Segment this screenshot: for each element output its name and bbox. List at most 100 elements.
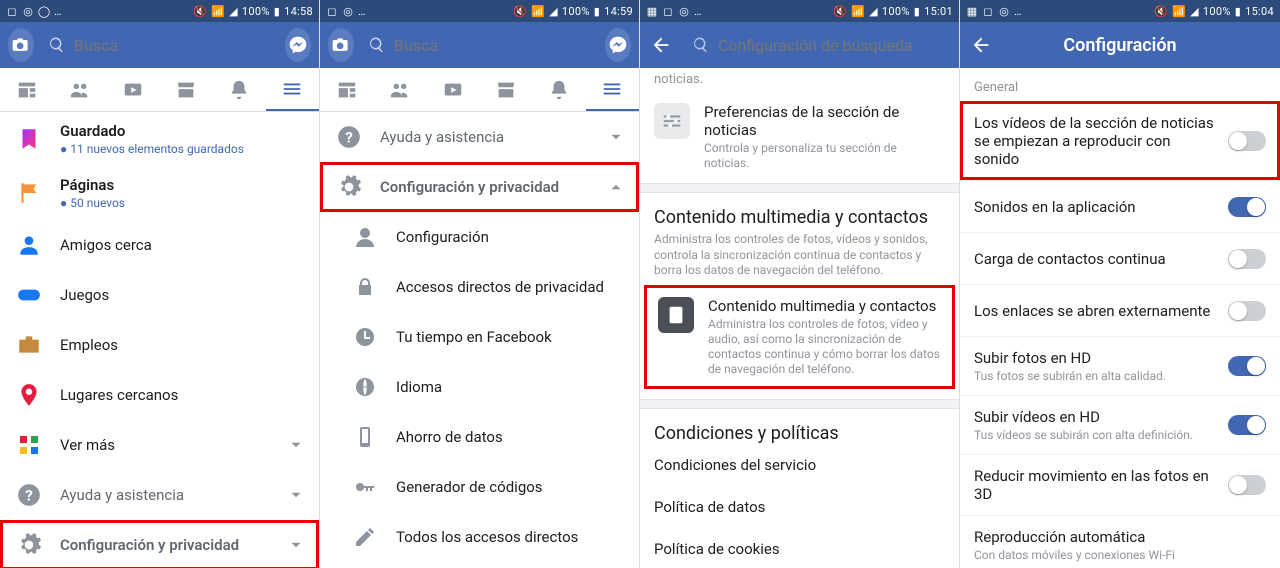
tab-marketplace[interactable] xyxy=(480,68,533,111)
tab-menu[interactable] xyxy=(586,68,639,111)
toggle-links-external[interactable]: Los enlaces se abren externamente xyxy=(960,284,1280,336)
menu-friends-nearby[interactable]: Amigos cerca xyxy=(0,220,319,270)
submenu-data-saver[interactable]: Ahorro de datos xyxy=(320,412,639,462)
toggle-switch[interactable] xyxy=(1228,475,1266,495)
search-field[interactable] xyxy=(362,36,597,55)
menu-games[interactable]: Juegos xyxy=(0,270,319,320)
toggle-reduce-3d-motion[interactable]: Reducir movimiento en las fotos en 3D xyxy=(960,454,1280,515)
battery-pct: 100% xyxy=(242,5,270,18)
submenu-language[interactable]: Idioma xyxy=(320,362,639,412)
menu-saved[interactable]: Guardado● 11 nuevos elementos guardados xyxy=(0,112,319,166)
tab-watch[interactable] xyxy=(426,68,479,111)
menu-label: Accesos directos de privacidad xyxy=(396,278,625,296)
toggle-switch[interactable] xyxy=(1228,415,1266,435)
row-autoplay[interactable]: Reproducción automáticaCon datos móviles… xyxy=(960,515,1280,568)
tab-notifications[interactable] xyxy=(213,68,266,111)
menu-label: Empleos xyxy=(60,336,305,354)
toggle-switch[interactable] xyxy=(1228,301,1266,321)
camera-icon xyxy=(11,35,31,55)
toggle-switch[interactable] xyxy=(1228,197,1266,217)
feed-icon xyxy=(336,79,358,101)
back-button[interactable] xyxy=(650,34,672,56)
messenger-button[interactable] xyxy=(605,28,631,62)
search-field[interactable] xyxy=(686,36,949,55)
search-field[interactable] xyxy=(42,36,277,55)
toggle-label: Subir vídeos en HD xyxy=(974,408,1218,426)
menu-settings-privacy[interactable]: Configuración y privacidad xyxy=(320,162,639,212)
submenu-privacy-shortcuts[interactable]: Accesos directos de privacidad xyxy=(320,262,639,312)
fb-header xyxy=(320,22,639,68)
tab-notifications[interactable] xyxy=(533,68,586,111)
tab-feed[interactable] xyxy=(0,68,53,111)
img-notif-icon: ▦ xyxy=(646,5,658,17)
row-news-feed-preferences[interactable]: Preferencias de la sección de noticias C… xyxy=(640,91,959,183)
submenu-all-shortcuts[interactable]: Todos los accesos directos xyxy=(320,512,639,562)
battery-icon: ▮ xyxy=(274,5,280,18)
wifi-icon: 📶 xyxy=(1172,5,1186,18)
toggle-upload-photos-hd[interactable]: Subir fotos en HDTus fotos se subirán en… xyxy=(960,336,1280,395)
toggle-upload-videos-hd[interactable]: Subir vídeos en HD Tus vídeos se subirán … xyxy=(960,395,1280,454)
toggle-desc: Tus vídeos se subirán con alta definició… xyxy=(974,428,1218,442)
submenu-your-time[interactable]: Tu tiempo en Facebook xyxy=(320,312,639,362)
toggle-continuous-contacts[interactable]: Carga de contactos continua xyxy=(960,232,1280,284)
search-input[interactable] xyxy=(394,36,597,55)
row-media-contacts[interactable]: Contenido multimedia y contactos Adminis… xyxy=(644,285,955,389)
signal-icon: ◢ xyxy=(1190,5,1199,18)
menu-help[interactable]: Ayuda y asistencia xyxy=(0,470,319,520)
phone-2: ◻◎… 🔇📶◢100%▮14:59 Ayuda y asistencia xyxy=(320,0,640,568)
menu-nearby-places[interactable]: Lugares cercanos xyxy=(0,370,319,420)
menu-settings-privacy[interactable]: Configuración y privacidad xyxy=(0,520,319,568)
toggle-videos-sound[interactable]: Los vídeos de la sección de noticias se … xyxy=(960,101,1280,180)
tab-groups[interactable] xyxy=(53,68,106,111)
lock-icon xyxy=(353,275,377,299)
back-button[interactable] xyxy=(970,34,992,56)
menu-label: Tu tiempo en Facebook xyxy=(396,328,625,346)
menu-label: Ayuda y asistencia xyxy=(60,486,271,504)
fb-notif-icon: ◻ xyxy=(662,5,674,17)
link-data-policy[interactable]: Política de datos xyxy=(640,486,959,528)
mute-icon: 🔇 xyxy=(193,5,207,18)
menu-sub: ● 50 nuevos xyxy=(60,196,305,210)
groups-icon xyxy=(389,79,411,101)
camera-button[interactable] xyxy=(8,28,34,62)
bell-icon xyxy=(548,79,570,101)
tab-groups[interactable] xyxy=(373,68,426,111)
camera-button[interactable] xyxy=(328,28,354,62)
search-input[interactable] xyxy=(74,36,277,55)
row-desc: Administra los controles de fotos, vídeo… xyxy=(708,317,941,377)
more-notif-icon: … xyxy=(358,5,365,18)
messenger-button[interactable] xyxy=(285,28,311,62)
link-terms-of-service[interactable]: Condiciones del servicio xyxy=(640,444,959,486)
toggle-app-sounds[interactable]: Sonidos en la aplicación xyxy=(960,180,1280,232)
toggle-switch[interactable] xyxy=(1228,131,1266,151)
menu-logout[interactable]: Salir xyxy=(320,562,639,568)
submenu-code-generator[interactable]: Generador de códigos xyxy=(320,462,639,512)
clock: 15:04 xyxy=(1245,5,1274,18)
menu-list: Guardado● 11 nuevos elementos guardados … xyxy=(0,112,319,568)
toggle-switch[interactable] xyxy=(1228,249,1266,269)
menu-pages[interactable]: Páginas● 50 nuevos xyxy=(0,166,319,220)
ig-notif-icon: ◎ xyxy=(342,5,354,17)
menu-jobs[interactable]: Empleos xyxy=(0,320,319,370)
tab-watch[interactable] xyxy=(106,68,159,111)
link-cookie-policy[interactable]: Política de cookies xyxy=(640,528,959,568)
more-notif-icon: … xyxy=(1014,5,1021,18)
toggle-label: Subir fotos en HD xyxy=(974,349,1218,367)
tab-marketplace[interactable] xyxy=(160,68,213,111)
submenu-configuration[interactable]: Configuración xyxy=(320,212,639,262)
tab-feed[interactable] xyxy=(320,68,373,111)
ig-notif-icon: ◎ xyxy=(678,5,690,17)
menu-see-more[interactable]: Ver más xyxy=(0,420,319,470)
row-title: Preferencias de la sección de noticias xyxy=(704,103,945,139)
tab-menu[interactable] xyxy=(266,68,319,111)
android-statusbar: ▦◻◎… 🔇📶◢100%▮15:01 xyxy=(640,0,959,22)
menu-icon xyxy=(601,78,623,100)
toggle-switch[interactable] xyxy=(1228,356,1266,376)
phone-4: ▦◻◎… 🔇📶◢100%▮15:04 Configuración General… xyxy=(960,0,1280,568)
fb-header-back xyxy=(640,22,959,68)
fb-notif-icon: ◻ xyxy=(982,5,994,17)
grid-icon xyxy=(17,433,41,457)
search-input[interactable] xyxy=(718,36,949,55)
phone-3: ▦◻◎… 🔇📶◢100%▮15:01 noticias. Preferencia… xyxy=(640,0,960,568)
menu-help[interactable]: Ayuda y asistencia xyxy=(320,112,639,162)
